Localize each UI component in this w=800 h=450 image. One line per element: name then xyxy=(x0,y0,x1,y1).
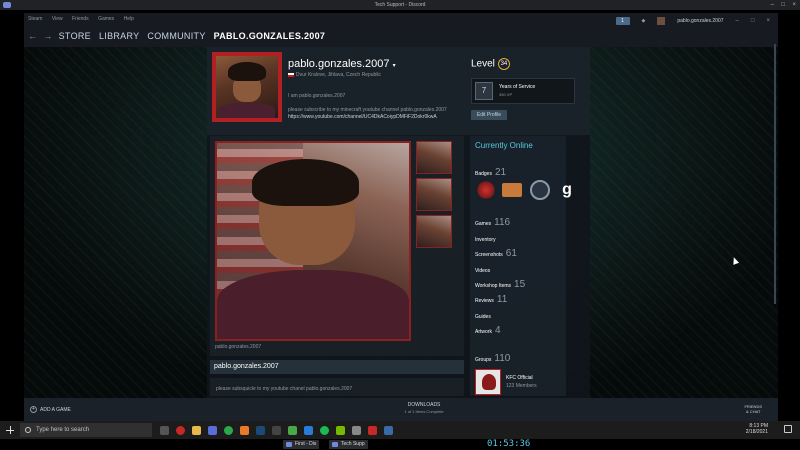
badge-xp: 350 XP xyxy=(499,92,513,97)
profile-summary-line1: I am pablo.gonzales.2007 xyxy=(288,93,346,99)
profile-summary-line2: please subscribe to my minecraft youtube… xyxy=(288,107,447,113)
menu-games[interactable]: Games xyxy=(98,16,114,22)
level-section: Level 34 7 Years of Service 350 XP Edit P… xyxy=(471,54,591,144)
steam-menubar: Steam View Friends Games Help 1 ◆ pablo.… xyxy=(24,13,778,25)
discord-pill[interactable]: First - Dis xyxy=(283,440,320,449)
sidebar-artwork[interactable]: Artwork 4 xyxy=(475,325,501,336)
vlc-icon[interactable] xyxy=(240,425,249,435)
friends-chat-button[interactable]: FRIENDS & CHAT xyxy=(744,404,762,414)
opera-icon[interactable] xyxy=(176,425,185,435)
sidebar-inventory[interactable]: Inventory xyxy=(475,237,496,243)
level-label: Level 34 xyxy=(471,58,510,70)
sidebar-reviews[interactable]: Reviews 11 xyxy=(475,294,507,305)
notification-center-icon[interactable] xyxy=(784,425,792,433)
steam-taskbar-icon[interactable] xyxy=(256,425,265,435)
system-tray-clock[interactable]: 8:13 PM 2/18/2021 xyxy=(746,423,768,435)
edit-profile-button[interactable]: Edit Profile xyxy=(471,110,507,120)
tech-support-pill[interactable]: Tech Supp xyxy=(329,440,368,449)
showcase-thumbnail[interactable] xyxy=(416,215,452,248)
app-icon[interactable] xyxy=(384,425,393,435)
sidebar-screenshots[interactable]: Screenshots 61 xyxy=(475,248,517,259)
showcase-thumbnail[interactable] xyxy=(416,141,452,174)
flag-icon xyxy=(288,72,294,77)
account-avatar[interactable] xyxy=(657,17,666,25)
profile-name[interactable]: pablo.gonzales.2007 ▾ xyxy=(288,58,396,70)
nav-current-profile[interactable]: PABLO.GONZALES.2007 xyxy=(214,31,326,41)
nvidia-icon[interactable] xyxy=(336,425,345,435)
group-avatar[interactable] xyxy=(475,369,501,395)
app-icon[interactable] xyxy=(272,425,281,435)
back-arrow-icon[interactable]: ← xyxy=(28,31,37,41)
notification-badge[interactable]: 1 xyxy=(615,17,630,25)
sidebar-guides[interactable]: Guides xyxy=(475,314,491,320)
showcase-main-image[interactable] xyxy=(215,141,411,341)
close-icon[interactable]: × xyxy=(792,0,796,10)
sidebar-workshop[interactable]: Workshop Items 15 xyxy=(475,279,525,290)
plus-icon: + xyxy=(30,406,37,413)
profile-summary-link[interactable]: https://www.youtube.com/channel/UC4DkACo… xyxy=(288,114,437,120)
badge-icon[interactable] xyxy=(530,180,550,200)
group-members: 123 Members xyxy=(506,383,537,389)
minimize-icon[interactable]: – xyxy=(771,0,774,10)
app-icon[interactable] xyxy=(352,425,361,435)
sidebar-badges[interactable]: Badges 21 xyxy=(475,167,506,178)
task-view-icon[interactable] xyxy=(160,425,169,435)
online-status: Currently Online xyxy=(475,141,533,150)
sidebar-videos[interactable]: Videos xyxy=(475,268,490,274)
discord-title-bar: Tech Support - Discord – □ × xyxy=(0,0,800,10)
bottom-strip xyxy=(0,439,800,450)
taskbar-apps xyxy=(160,425,393,435)
years-of-service-badge[interactable]: 7 Years of Service 350 XP xyxy=(471,78,575,104)
discord-icon xyxy=(3,2,11,8)
years-of-service-icon: 7 xyxy=(475,82,493,100)
menu-help[interactable]: Help xyxy=(124,16,134,22)
sidebar-games[interactable]: Games 116 xyxy=(475,217,510,228)
steam-footer: + ADD A GAME DOWNLOADS 1 of 1 Items Compl… xyxy=(24,398,778,421)
nav-community[interactable]: COMMUNITY xyxy=(147,31,205,41)
chrome-icon[interactable] xyxy=(224,425,233,435)
group-name[interactable]: KFC Official xyxy=(506,375,533,381)
windows-taskbar: Type here to search 8:13 PM 2/18/2021 xyxy=(0,421,800,439)
maximize-icon[interactable]: □ xyxy=(781,0,785,10)
nav-library[interactable]: LIBRARY xyxy=(99,31,139,41)
level-badge: 34 xyxy=(497,58,510,70)
custom-info-text: please subsquicle to my youtube chanel p… xyxy=(216,386,353,392)
downloads-button[interactable]: DOWNLOADS xyxy=(374,402,474,408)
steam-navbar: ← → STORE LIBRARY COMMUNITY PABLO.GONZAL… xyxy=(24,25,778,47)
menu-steam[interactable]: Steam xyxy=(28,16,42,22)
app-icon[interactable] xyxy=(368,425,377,435)
discord-taskbar-icon[interactable] xyxy=(208,425,217,435)
scrollbar[interactable] xyxy=(774,44,776,304)
screen: Tech Support - Discord – □ × Steam View … xyxy=(0,0,800,450)
windows-start-icon[interactable] xyxy=(6,426,14,434)
badge-icon[interactable] xyxy=(476,180,496,200)
custom-info-box-title: pablo.gonzales.2007 xyxy=(210,360,464,374)
badge-icon[interactable]: g xyxy=(557,180,577,200)
nav-store[interactable]: STORE xyxy=(59,31,91,41)
showcase-thumbnail[interactable] xyxy=(416,178,452,211)
showcase-caption: pablo.gonzales.2007 xyxy=(215,344,262,350)
profile-location: Dvur Kralove, Jihlava, Czech Republic xyxy=(288,72,381,78)
badge-icon[interactable] xyxy=(502,183,522,197)
file-explorer-icon[interactable] xyxy=(192,425,201,435)
sidebar-groups[interactable]: Groups 110 xyxy=(475,353,510,364)
forward-arrow-icon[interactable]: → xyxy=(43,31,52,41)
custom-info-box: please subsquicle to my youtube chanel p… xyxy=(210,378,464,396)
add-game-button[interactable]: + ADD A GAME xyxy=(30,406,71,413)
minecraft-icon[interactable] xyxy=(288,425,297,435)
downloads-status: 1 of 1 Items Complete xyxy=(404,409,444,414)
discord-window-title: Tech Support - Discord xyxy=(374,2,426,8)
badge-title: Years of Service xyxy=(499,84,536,90)
recording-clock: 01:53:36 xyxy=(487,439,531,449)
taskbar-search-input[interactable]: Type here to search xyxy=(20,423,152,437)
profile-avatar[interactable] xyxy=(212,52,282,122)
app-icon[interactable] xyxy=(304,425,313,435)
dropdown-icon[interactable]: ▾ xyxy=(393,63,396,69)
menu-view[interactable]: View xyxy=(52,16,63,22)
spotify-icon[interactable] xyxy=(320,425,329,435)
menu-friends[interactable]: Friends xyxy=(72,16,89,22)
